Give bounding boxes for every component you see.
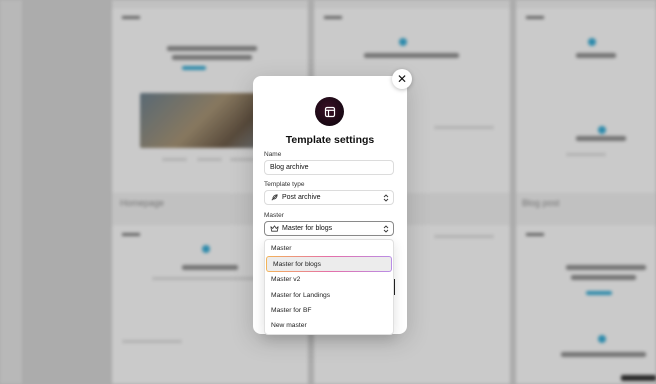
master-value: Master for blogs [282, 225, 333, 232]
name-input-value: Blog archive [270, 164, 309, 171]
chevron-updown-icon [383, 194, 389, 202]
name-label: Name [264, 151, 282, 158]
crown-icon [270, 224, 279, 233]
feather-icon [270, 193, 279, 202]
close-button[interactable]: ✕ [392, 69, 412, 89]
dropdown-option-master-v2[interactable]: Master v2 [265, 272, 393, 287]
chevron-updown-icon [383, 225, 389, 233]
master-label: Master [264, 212, 284, 219]
dropdown-option-master-for-blogs[interactable]: Master for blogs [266, 256, 392, 272]
template-icon [315, 97, 344, 126]
master-dropdown: Master Master for blogs Master v2 Master… [264, 239, 394, 335]
template-type-select[interactable]: Post archive [264, 190, 394, 205]
modal-title: Template settings [285, 134, 375, 146]
name-input[interactable]: Blog archive [264, 160, 394, 175]
template-type-label: Template type [264, 181, 305, 188]
dropdown-option-master[interactable]: Master [265, 241, 393, 256]
layout-icon [324, 106, 335, 117]
dropdown-option-master-for-bf[interactable]: Master for BF [265, 303, 393, 318]
master-select[interactable]: Master for blogs [264, 221, 394, 236]
dropdown-option-new-master[interactable]: New master [265, 318, 393, 333]
template-type-value: Post archive [282, 194, 321, 201]
dropdown-option-master-for-landings[interactable]: Master for Landings [265, 288, 393, 303]
